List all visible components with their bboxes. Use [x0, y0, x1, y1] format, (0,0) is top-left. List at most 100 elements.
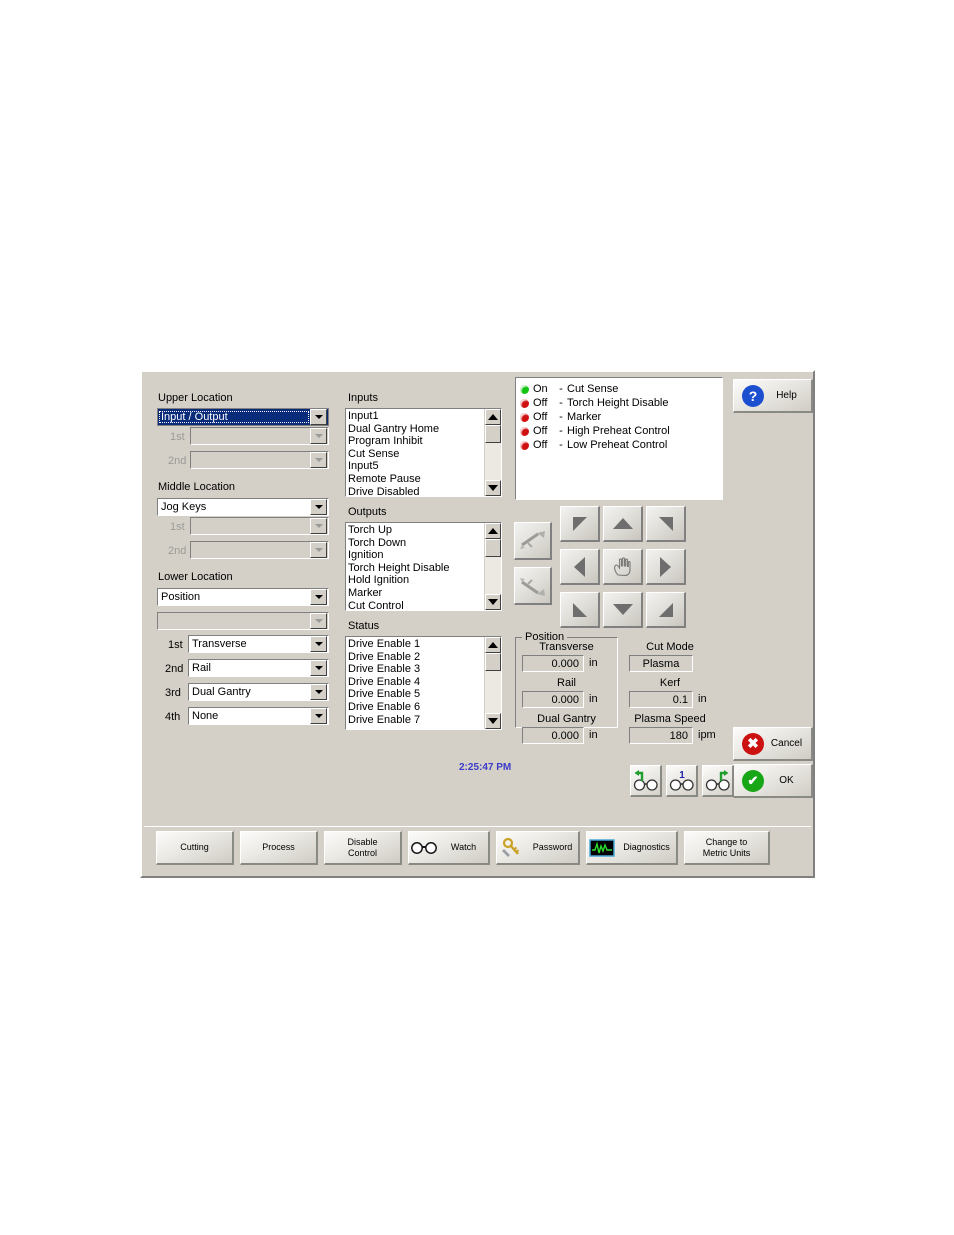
status-items[interactable]: Drive Enable 1 Drive Enable 2 Drive Enab… — [346, 637, 484, 729]
kerf-value: 0.1 — [629, 691, 693, 708]
scroll-trough[interactable] — [485, 653, 501, 713]
scroll-thumb[interactable] — [485, 425, 501, 443]
lower-sub-combo[interactable] — [157, 612, 329, 630]
list-item[interactable]: Ignition — [348, 549, 484, 562]
help-button[interactable]: ? Help — [733, 379, 813, 413]
scroll-up-icon[interactable] — [485, 637, 501, 653]
chevron-down-icon[interactable] — [310, 589, 327, 605]
status-listbox[interactable]: Drive Enable 1 Drive Enable 2 Drive Enab… — [345, 636, 502, 730]
upper-sub2-combo[interactable] — [190, 451, 329, 469]
watch-prev-button[interactable] — [630, 765, 662, 797]
list-item[interactable]: Dual Gantry Home — [348, 423, 484, 436]
list-item[interactable]: Drive Disabled — [348, 486, 484, 496]
jog-down-right-button[interactable] — [646, 592, 686, 628]
bottom-toolbar: Cutting Process Disable Control Watch Pa… — [144, 826, 811, 874]
plasma-speed-unit: ipm — [698, 729, 716, 741]
scroll-down-icon[interactable] — [485, 713, 501, 729]
ok-button[interactable]: ✔ OK — [733, 764, 813, 798]
chevron-down-icon[interactable] — [310, 409, 327, 425]
scroll-up-icon[interactable] — [485, 523, 501, 539]
list-item[interactable]: Marker — [348, 587, 484, 600]
toolbar-button-password[interactable]: Password — [496, 831, 580, 865]
outputs-items[interactable]: Torch Up Torch Down Ignition Torch Heigh… — [346, 523, 484, 610]
toolbar-button-disable-control[interactable]: Disable Control — [324, 831, 402, 865]
chevron-down-icon[interactable] — [310, 684, 327, 700]
middle-sub2-combo[interactable] — [190, 541, 329, 559]
list-item[interactable]: Torch Up — [348, 524, 484, 537]
jog-down-button[interactable] — [603, 592, 643, 628]
jog-up-left-button[interactable] — [560, 506, 600, 542]
chevron-down-icon[interactable] — [310, 499, 327, 515]
list-item[interactable]: Drive Enable 7 — [348, 714, 484, 727]
list-item[interactable]: Cut Sense — [348, 448, 484, 461]
outputs-listbox[interactable]: Torch Up Torch Down Ignition Torch Heigh… — [345, 522, 502, 611]
toolbar-button-cutting[interactable]: Cutting — [156, 831, 234, 865]
scroll-down-icon[interactable] — [485, 594, 501, 610]
list-item[interactable]: Program Inhibit — [348, 435, 484, 448]
cancel-button[interactable]: ✖ Cancel — [733, 727, 813, 761]
scroll-thumb[interactable] — [485, 539, 501, 557]
list-item[interactable]: Input1 — [348, 410, 484, 423]
jog-center-hand-button[interactable] — [603, 549, 643, 585]
list-item[interactable]: Hold Ignition — [348, 574, 484, 587]
plasma-speed-value: 180 — [629, 727, 693, 744]
axis-1-combo[interactable]: Transverse — [188, 635, 329, 653]
jog-up-right-button[interactable] — [646, 506, 686, 542]
chevron-down-icon[interactable] — [310, 708, 327, 724]
list-item[interactable]: Input5 — [348, 460, 484, 473]
scroll-thumb[interactable] — [485, 653, 501, 671]
kerf-unit: in — [698, 693, 707, 705]
list-item[interactable]: Drive Enable 4 — [348, 676, 484, 689]
middle-sub1-combo[interactable] — [190, 517, 329, 535]
inputs-scrollbar[interactable] — [484, 409, 501, 496]
list-item[interactable]: Drive Enable 3 — [348, 663, 484, 676]
inputs-items[interactable]: Input1 Dual Gantry Home Program Inhibit … — [346, 409, 484, 496]
chevron-down-icon[interactable] — [310, 452, 327, 468]
list-item[interactable]: Torch Down — [348, 537, 484, 550]
scroll-trough[interactable] — [485, 539, 501, 594]
scroll-up-icon[interactable] — [485, 409, 501, 425]
list-item[interactable]: Drive Enable 6 — [348, 701, 484, 714]
upper-sub1-combo[interactable] — [190, 427, 329, 445]
axis-2-combo[interactable]: Rail — [188, 659, 329, 677]
list-item[interactable]: Drive Enable 1 — [348, 638, 484, 651]
outputs-scrollbar[interactable] — [484, 523, 501, 610]
chevron-down-icon[interactable] — [310, 613, 327, 629]
middle-location-combo[interactable]: Jog Keys — [157, 498, 329, 516]
scroll-down-icon[interactable] — [485, 480, 501, 496]
watch-next-button[interactable] — [702, 765, 734, 797]
toolbar-button-change-units[interactable]: Change to Metric Units — [684, 831, 770, 865]
jog-up-button[interactable] — [603, 506, 643, 542]
x-mark-icon: ✖ — [738, 732, 768, 755]
toolbar-button-process[interactable]: Process — [240, 831, 318, 865]
chevron-down-icon[interactable] — [310, 518, 327, 534]
list-item[interactable]: Remote Pause — [348, 473, 484, 486]
torch-tool-button-2[interactable] — [514, 567, 552, 605]
torch-tool-icon — [519, 577, 545, 596]
list-item[interactable]: Drive Enable 2 — [348, 651, 484, 664]
axis-3-combo[interactable]: Dual Gantry — [188, 683, 329, 701]
list-item[interactable]: Torch Height Disable — [348, 562, 484, 575]
upper-location-combo[interactable]: Input / Output — [157, 408, 329, 426]
toolbar-button-label: Diagnostics — [623, 842, 670, 852]
jog-down-left-button[interactable] — [560, 592, 600, 628]
list-item[interactable]: Drive Enable 5 — [348, 688, 484, 701]
axis-4-combo[interactable]: None — [188, 707, 329, 725]
lower-location-combo[interactable]: Position — [157, 588, 329, 606]
axis-1-value: Transverse — [192, 638, 247, 650]
chevron-down-icon[interactable] — [310, 542, 327, 558]
jog-right-button[interactable] — [646, 549, 686, 585]
chevron-down-icon[interactable] — [310, 660, 327, 676]
toolbar-button-diagnostics[interactable]: Diagnostics — [586, 831, 678, 865]
jog-left-button[interactable] — [560, 549, 600, 585]
torch-tool-button-1[interactable] — [514, 522, 552, 560]
lower-location-label: Lower Location — [158, 571, 233, 583]
status-scrollbar[interactable] — [484, 637, 501, 729]
chevron-down-icon[interactable] — [310, 428, 327, 444]
chevron-down-icon[interactable] — [310, 636, 327, 652]
inputs-listbox[interactable]: Input1 Dual Gantry Home Program Inhibit … — [345, 408, 502, 497]
list-item[interactable]: Cut Control — [348, 600, 484, 610]
toolbar-button-watch[interactable]: Watch — [408, 831, 490, 865]
scroll-trough[interactable] — [485, 425, 501, 480]
watch-window-number-button[interactable]: 1 — [666, 765, 698, 797]
